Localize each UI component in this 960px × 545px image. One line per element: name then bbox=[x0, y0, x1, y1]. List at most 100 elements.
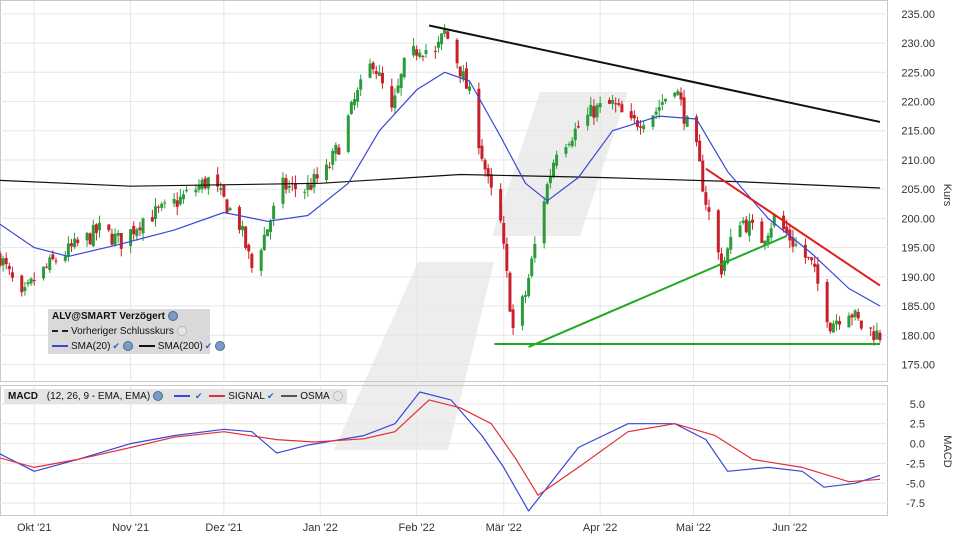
check-icon[interactable]: ✔ bbox=[205, 341, 213, 351]
trendline bbox=[428, 24, 881, 123]
sma20-swatch-icon bbox=[52, 345, 68, 348]
candle-body bbox=[455, 39, 459, 64]
x-tick-label: Apr '22 bbox=[583, 522, 618, 534]
candle-body bbox=[0, 253, 2, 266]
y-tick-label: 225.00 bbox=[901, 67, 935, 79]
candle-body bbox=[219, 188, 223, 190]
candle-body bbox=[505, 243, 509, 271]
candle-body bbox=[825, 281, 829, 323]
candle-body bbox=[98, 222, 102, 231]
price-legend-title-row: ALV@SMART Verzögert bbox=[48, 309, 210, 324]
candle-body bbox=[206, 177, 210, 189]
legend-item-sma: SMA(20) ✔ SMA(200) ✔ bbox=[48, 339, 226, 354]
candle-body bbox=[421, 55, 425, 57]
candle-body bbox=[617, 103, 621, 105]
candle-body bbox=[555, 154, 559, 166]
macd-legend-osma-label: OSMA bbox=[300, 391, 330, 402]
candle-body bbox=[766, 235, 770, 243]
candle-body bbox=[163, 202, 167, 204]
candle-body bbox=[393, 95, 397, 109]
candle-body bbox=[262, 234, 266, 251]
y-tick-label: 180.00 bbox=[901, 330, 935, 342]
sma200-swatch-icon bbox=[138, 345, 155, 348]
toggle-icon[interactable] bbox=[332, 391, 343, 402]
check-icon[interactable]: ✔ bbox=[195, 391, 203, 401]
candle-body bbox=[203, 178, 207, 189]
candle-body bbox=[859, 320, 863, 329]
candle-body bbox=[175, 200, 179, 207]
candle-body bbox=[573, 128, 577, 141]
legend-item-sma20-label: SMA(20) bbox=[71, 341, 111, 352]
settings-icon[interactable] bbox=[167, 311, 178, 322]
candle-body bbox=[813, 263, 817, 267]
macd-legend-title: MACD bbox=[8, 391, 38, 402]
candle-body bbox=[794, 244, 798, 246]
candle-body bbox=[853, 310, 857, 318]
candle-body bbox=[567, 144, 571, 146]
settings-icon[interactable] bbox=[123, 341, 133, 352]
candle-body bbox=[269, 220, 273, 233]
candle-body bbox=[511, 309, 515, 328]
candle-body bbox=[533, 244, 537, 259]
candle-body bbox=[129, 229, 133, 246]
candle-body bbox=[42, 266, 46, 279]
y-tick-label: 195.00 bbox=[901, 243, 935, 255]
candle-body bbox=[424, 50, 428, 54]
candle-body bbox=[181, 194, 185, 200]
candle-body bbox=[380, 72, 384, 84]
candle-body bbox=[551, 162, 555, 178]
candle-body bbox=[45, 266, 49, 268]
candle-body bbox=[530, 258, 534, 277]
candle-body bbox=[32, 279, 36, 282]
candle-body bbox=[110, 233, 114, 245]
y-tick-label: 5.0 bbox=[910, 399, 925, 411]
candle-body bbox=[325, 164, 329, 181]
candle-body bbox=[73, 238, 77, 248]
candle-body bbox=[51, 254, 55, 260]
toggle-icon[interactable] bbox=[176, 326, 187, 337]
candle-body bbox=[359, 79, 363, 90]
candle-body bbox=[614, 103, 618, 105]
sma200-line bbox=[0, 173, 881, 189]
candle-body bbox=[412, 45, 416, 56]
candle-body bbox=[654, 111, 658, 115]
check-icon[interactable]: ✔ bbox=[112, 341, 120, 351]
candle-body bbox=[418, 52, 422, 57]
macd-legend-params: (12, 26, 9 - EMA, EMA) bbox=[46, 391, 151, 402]
check-icon[interactable]: ✔ bbox=[267, 391, 275, 401]
candle-body bbox=[328, 166, 332, 168]
candle-body bbox=[91, 224, 95, 247]
watermark-logo bbox=[334, 92, 628, 450]
settings-icon[interactable] bbox=[153, 391, 164, 402]
y-tick-label: 185.00 bbox=[901, 301, 935, 313]
candle-body bbox=[682, 97, 686, 124]
candle-body bbox=[660, 102, 664, 105]
candle-body bbox=[698, 140, 702, 162]
price-legend-title: ALV@SMART Verzögert bbox=[52, 311, 165, 322]
macd-legend-signal-label: SIGNAL bbox=[228, 391, 265, 402]
candle-body bbox=[374, 71, 378, 75]
x-tick-label: Jan '22 bbox=[303, 522, 338, 534]
candle-body bbox=[76, 239, 80, 244]
candle-body bbox=[834, 320, 838, 325]
y-tick-label: 175.00 bbox=[901, 359, 935, 371]
macd-legend: MACD (12, 26, 9 - EMA, EMA) ✔ SIGNAL ✔ OS… bbox=[4, 389, 347, 404]
candle-body bbox=[250, 253, 254, 268]
macd-swatch-icon bbox=[173, 395, 190, 398]
candle-body bbox=[828, 322, 832, 332]
candle-body bbox=[869, 327, 873, 329]
candle-body bbox=[172, 198, 176, 204]
candle-body bbox=[135, 229, 139, 237]
candle-body bbox=[160, 203, 164, 208]
candle-body bbox=[396, 85, 400, 93]
candle-body bbox=[707, 207, 711, 212]
candle-body bbox=[150, 217, 154, 222]
candle-body bbox=[704, 192, 708, 205]
candle-body bbox=[315, 174, 319, 179]
x-tick-label: Okt '21 bbox=[17, 522, 52, 534]
candle-body bbox=[7, 265, 11, 270]
candle-body bbox=[760, 221, 764, 244]
candle-body bbox=[642, 125, 646, 130]
candle-body bbox=[116, 232, 120, 236]
candle-body bbox=[94, 224, 98, 233]
